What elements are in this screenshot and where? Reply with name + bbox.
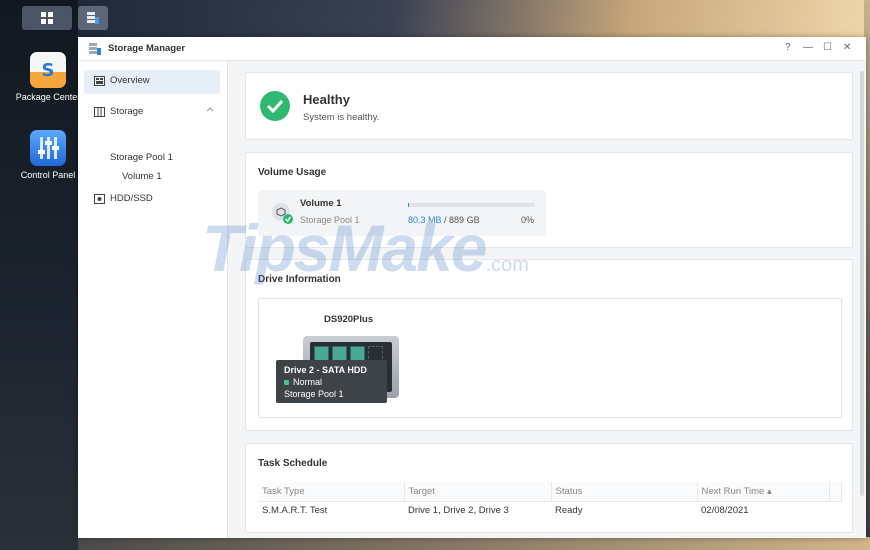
- task-schedule-panel: Task Schedule Task Type Target Status Ne…: [245, 443, 853, 533]
- volume-name: Volume 1: [300, 198, 342, 209]
- table-cell: Drive 1, Drive 2, Drive 3: [408, 505, 509, 517]
- sidebar-item-storage[interactable]: Storage: [94, 106, 143, 117]
- storage-manager-window: Storage Manager ? — ☐ ✕ Overview Storage…: [78, 37, 866, 538]
- minimize-button[interactable]: —: [803, 42, 813, 53]
- overview-icon: [94, 75, 105, 86]
- chevron-up-icon[interactable]: [206, 106, 214, 112]
- tooltip-status-text: Normal: [293, 377, 323, 387]
- storage-manager-icon: [89, 42, 101, 55]
- column-header-spacer: [829, 482, 842, 502]
- column-header-next-run-time[interactable]: Next Run Time ▴: [697, 482, 830, 502]
- watermark-suffix: .com: [485, 254, 529, 276]
- desktop-icon-label: Control Panel: [20, 170, 76, 180]
- storage-icon: [94, 106, 105, 117]
- desktop-icon-package-center[interactable]: S Package Center: [15, 52, 81, 103]
- sidebar-item-label: Storage: [110, 106, 144, 117]
- tooltip-status: Normal: [284, 376, 379, 388]
- help-button[interactable]: ?: [785, 42, 791, 53]
- column-header-target[interactable]: Target: [404, 482, 552, 502]
- health-status-subtitle: System is healthy.: [303, 112, 380, 123]
- column-header-status[interactable]: Status: [551, 482, 698, 502]
- hdd-icon: [94, 193, 105, 204]
- panel-title: Volume Usage: [258, 167, 327, 178]
- drive-tooltip: Drive 2 - SATA HDD Normal Storage Pool 1: [276, 360, 387, 403]
- column-header-task-type[interactable]: Task Type: [258, 482, 405, 502]
- taskbar-storage-manager[interactable]: [78, 6, 108, 30]
- task-schedule-table: Task Type Target Status Next Run Time ▴ …: [258, 482, 842, 520]
- taskbar: [0, 0, 870, 32]
- maximize-button[interactable]: ☐: [823, 42, 832, 53]
- window-titlebar[interactable]: Storage Manager ? — ☐ ✕: [78, 37, 866, 61]
- nas-model: DS920Plus: [324, 314, 374, 325]
- sidebar-item-hdd-ssd[interactable]: HDD/SSD: [94, 193, 153, 204]
- desktop-wallpaper-bottom: [78, 537, 870, 550]
- table-header-row: Task Type Target Status Next Run Time ▴: [258, 482, 842, 502]
- sidebar-item-label: Volume 1: [122, 171, 162, 182]
- watermark: TipsMake.com: [202, 210, 529, 286]
- tooltip-title: Drive 2 - SATA HDD: [284, 365, 367, 375]
- sidebar: Overview Storage Storage Pool 1 Volume 1…: [78, 61, 228, 538]
- health-status-title: Healthy: [303, 92, 350, 107]
- control-panel-icon: [30, 130, 66, 166]
- volume-usage-bar-fill: [408, 203, 409, 207]
- sidebar-item-label: HDD/SSD: [110, 193, 153, 204]
- status-dot-icon: [284, 380, 289, 385]
- table-cell: [829, 501, 842, 520]
- desktop-icon-control-panel[interactable]: Control Panel: [15, 130, 81, 181]
- sidebar-item-label: Overview: [110, 75, 150, 86]
- grid-icon: [41, 12, 53, 24]
- desktop-icon-label: Package Center: [15, 92, 81, 102]
- table-cell: Ready: [555, 505, 583, 517]
- package-center-icon: S: [30, 52, 66, 88]
- tooltip-pool: Storage Pool 1: [284, 389, 344, 399]
- sidebar-item-volume-1[interactable]: Volume 1: [122, 171, 162, 182]
- volume-usage-bar: [408, 203, 535, 207]
- main-menu-button[interactable]: [22, 6, 72, 30]
- storage-manager-icon: [87, 12, 99, 24]
- close-button[interactable]: ✕: [843, 42, 851, 53]
- watermark-main: TipsMake: [202, 211, 488, 285]
- panel-title: Task Schedule: [258, 458, 328, 469]
- sidebar-item-overview[interactable]: Overview: [94, 75, 150, 86]
- table-row[interactable]: S.M.A.R.T. Test Drive 1, Drive 2, Drive …: [258, 501, 842, 520]
- window-title: Storage Manager: [108, 43, 186, 54]
- check-circle-icon: [260, 91, 290, 121]
- table-cell: S.M.A.R.T. Test: [262, 505, 328, 517]
- svg-text:S: S: [42, 60, 55, 81]
- content-scrollbar[interactable]: [860, 71, 864, 496]
- sidebar-item-label: Storage Pool 1: [110, 152, 173, 163]
- table-cell: 02/08/2021: [701, 505, 749, 517]
- sidebar-item-storage-pool-1[interactable]: Storage Pool 1: [110, 152, 173, 163]
- health-panel: Healthy System is healthy.: [245, 72, 853, 140]
